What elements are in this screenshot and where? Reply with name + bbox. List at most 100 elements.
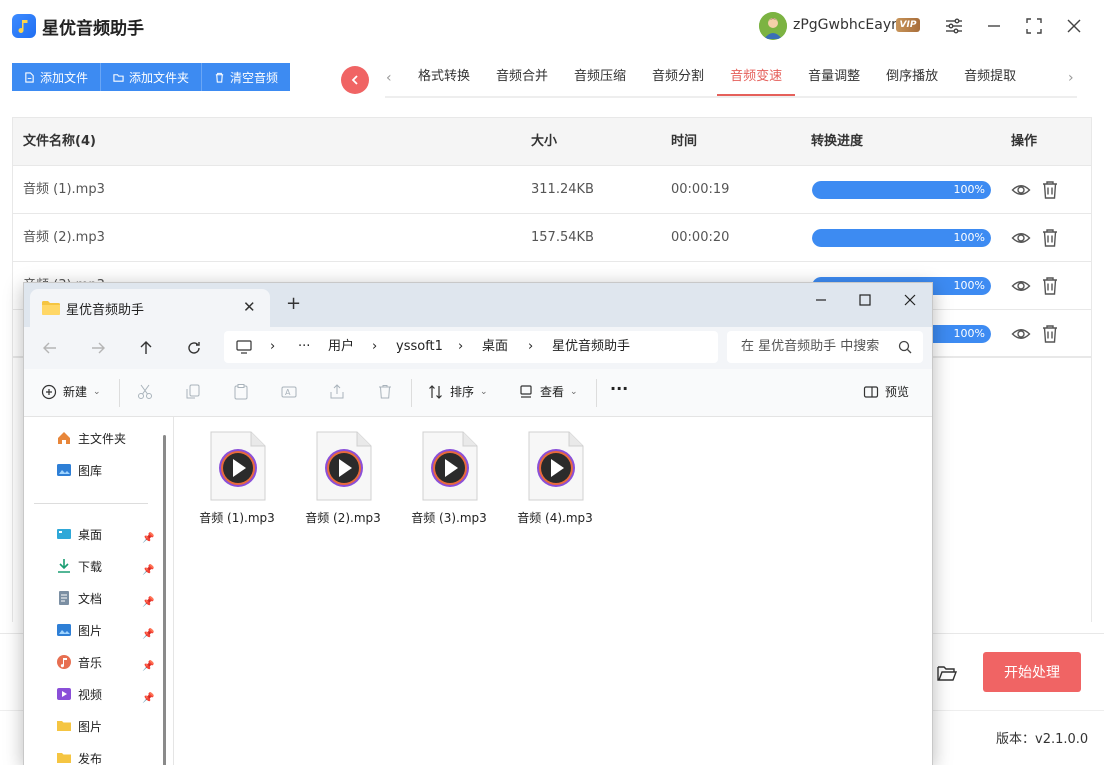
back-arrow-icon[interactable] <box>39 337 61 359</box>
explorer-minimize-icon[interactable] <box>811 290 831 310</box>
file-item[interactable]: 音频 (1).mp3 <box>192 431 282 531</box>
pin-icon[interactable]: 📌 <box>142 565 154 577</box>
preview-button[interactable]: 预览 <box>863 383 909 400</box>
sidebar-item-desktop[interactable]: 桌面 <box>56 523 102 545</box>
explorer-search-input[interactable]: 在 星优音频助手 中搜索 <box>727 331 923 363</box>
explorer-tab[interactable]: 星优音频助手 ✕ <box>30 289 270 327</box>
file-item[interactable]: 音频 (2).mp3 <box>298 431 388 531</box>
tab-7[interactable]: 音频提取 <box>951 60 1029 96</box>
tab-scroll-left-icon[interactable]: ‹ <box>386 70 392 86</box>
tab-4[interactable]: 音频变速 <box>717 60 796 96</box>
delete-trash-icon[interactable] <box>1041 228 1061 248</box>
address-segment[interactable]: 用户 <box>328 331 354 363</box>
pin-icon[interactable]: 📌 <box>142 693 154 705</box>
explorer-tab-title: 星优音频助手 <box>66 303 145 318</box>
view-button[interactable]: 查看 ⌄ <box>518 383 578 400</box>
sidebar-scrollbar[interactable] <box>163 435 166 765</box>
sidebar-item-pictures[interactable]: 图片 <box>56 619 102 641</box>
address-bar[interactable]: › ··· 用户 › yssoft1 › 桌面 › 星优音频助手 <box>224 331 718 363</box>
explorer-maximize-icon[interactable] <box>855 290 875 310</box>
sort-button[interactable]: 排序 ⌄ <box>428 383 488 400</box>
user-avatar[interactable] <box>759 12 787 40</box>
explorer-close-icon[interactable] <box>900 290 920 310</box>
open-folder-icon[interactable] <box>936 662 958 684</box>
sidebar-item-home[interactable]: 主文件夹 <box>56 427 126 449</box>
delete-icon[interactable] <box>376 383 394 401</box>
search-placeholder: 在 星优音频助手 中搜索 <box>741 339 880 354</box>
chevron-down-icon: ⌄ <box>93 386 101 397</box>
pin-icon[interactable]: 📌 <box>142 597 154 609</box>
sidebar-item-videos[interactable]: 视频 <box>56 683 102 705</box>
audio-file-icon <box>422 431 478 501</box>
tab-3[interactable]: 音频分割 <box>639 60 717 96</box>
address-segment[interactable]: yssoft1 <box>396 331 443 363</box>
preview-eye-icon[interactable] <box>1011 276 1031 296</box>
file-name: 音频 (1).mp3 <box>23 182 105 197</box>
new-item-button[interactable]: 新建 ⌄ <box>41 383 101 400</box>
add-file-button[interactable]: 添加文件 <box>12 63 102 91</box>
sidebar-item-music[interactable]: 音乐 <box>56 651 102 673</box>
table-row[interactable]: 音频 (1).mp3 311.24KB 00:00:19 100% <box>13 166 1091 214</box>
delete-trash-icon[interactable] <box>1041 180 1061 200</box>
explorer-body: 主文件夹 图库 桌面 📌 下载 📌 文档 📌 图片 📌 音乐 📌 视频 📌 图片… <box>24 417 932 765</box>
close-icon[interactable] <box>1062 14 1086 38</box>
pin-icon[interactable]: 📌 <box>142 629 154 641</box>
sidebar-label: 视频 <box>78 687 103 702</box>
tab-1[interactable]: 音频合并 <box>483 60 561 96</box>
title-bar: 星优音频助手 zPgGwbhcEayr VIP <box>0 0 1104 52</box>
search-icon <box>898 340 912 354</box>
sidebar-label: 图库 <box>78 463 103 478</box>
address-segment[interactable]: 星优音频助手 <box>552 331 630 363</box>
tab-6[interactable]: 倒序播放 <box>873 60 951 96</box>
tab-scroll-back-button[interactable] <box>341 66 369 94</box>
sidebar-item-documents[interactable]: 文档 <box>56 587 102 609</box>
pin-icon[interactable]: 📌 <box>142 533 154 545</box>
forward-arrow-icon[interactable] <box>87 337 109 359</box>
preview-eye-icon[interactable] <box>1011 324 1031 344</box>
maximize-icon[interactable] <box>1022 14 1046 38</box>
new-tab-button[interactable]: + <box>286 293 301 314</box>
tab-scroll-right-icon[interactable]: › <box>1068 70 1074 86</box>
pin-icon[interactable]: 📌 <box>142 661 154 673</box>
delete-trash-icon[interactable] <box>1041 324 1061 344</box>
tab-2[interactable]: 音频压缩 <box>561 60 639 96</box>
preview-eye-icon[interactable] <box>1011 228 1031 248</box>
folder-icon <box>42 301 60 315</box>
sidebar-item-publish[interactable]: 发布 <box>56 747 102 765</box>
copy-icon[interactable] <box>184 383 202 401</box>
sidebar-item-gallery[interactable]: 图库 <box>56 459 102 481</box>
chevron-down-icon: ⌄ <box>480 386 488 397</box>
address-segment[interactable]: 桌面 <box>482 331 508 363</box>
paste-icon[interactable] <box>232 383 250 401</box>
file-item[interactable]: 音频 (4).mp3 <box>510 431 600 531</box>
delete-trash-icon[interactable] <box>1041 276 1061 296</box>
tab-0[interactable]: 格式转换 <box>405 60 483 96</box>
user-name[interactable]: zPgGwbhcEayr <box>793 17 897 33</box>
settings-sliders-icon[interactable] <box>942 14 966 38</box>
cut-icon[interactable] <box>136 383 154 401</box>
up-arrow-icon[interactable] <box>135 337 157 359</box>
add-folder-button[interactable]: 添加文件夹 <box>101 63 203 91</box>
address-chevron-icon: › <box>458 339 464 354</box>
sidebar-item-downloads[interactable]: 下载 <box>56 555 102 577</box>
folder-icon <box>57 753 71 763</box>
rename-icon[interactable]: A <box>280 383 298 401</box>
share-icon[interactable] <box>328 383 346 401</box>
minimize-icon[interactable] <box>982 14 1006 38</box>
file-item[interactable]: 音频 (3).mp3 <box>404 431 494 531</box>
more-options-button[interactable]: ··· <box>610 379 628 398</box>
sidebar-label: 文档 <box>78 591 103 606</box>
sidebar-item-pictures-folder[interactable]: 图片 <box>56 715 102 737</box>
refresh-icon[interactable] <box>183 337 205 359</box>
table-row[interactable]: 音频 (2).mp3 157.54KB 00:00:20 100% <box>13 214 1091 262</box>
start-processing-button[interactable]: 开始处理 <box>983 652 1081 692</box>
chevron-down-icon: ⌄ <box>570 386 578 397</box>
preview-eye-icon[interactable] <box>1011 180 1031 200</box>
tab-5[interactable]: 音量调整 <box>795 60 873 96</box>
clear-audio-button[interactable]: 清空音频 <box>202 63 291 91</box>
tab-close-icon[interactable]: ✕ <box>243 298 256 316</box>
address-more[interactable]: ··· <box>298 331 310 363</box>
desktop-icon <box>57 529 71 539</box>
folder-icon <box>113 73 124 82</box>
view-label: 查看 <box>540 385 565 399</box>
